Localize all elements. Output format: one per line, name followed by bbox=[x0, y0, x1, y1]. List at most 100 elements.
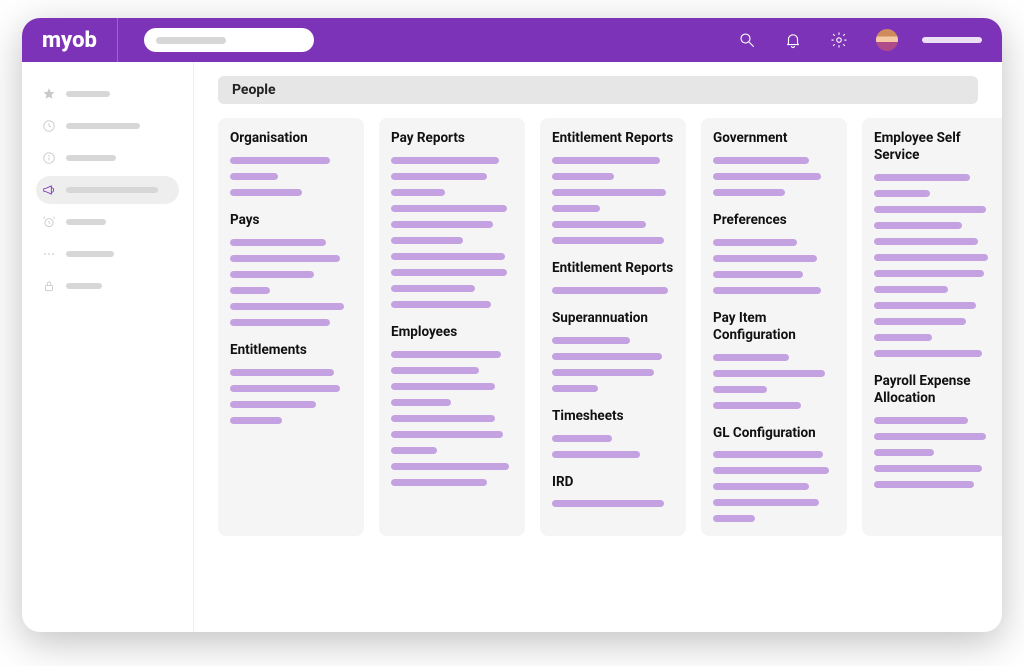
menu-link[interactable] bbox=[230, 417, 282, 424]
menu-link[interactable] bbox=[874, 350, 982, 357]
menu-link[interactable] bbox=[391, 399, 451, 406]
menu-link[interactable] bbox=[552, 205, 600, 212]
menu-link[interactable] bbox=[552, 451, 640, 458]
menu-link[interactable] bbox=[874, 334, 932, 341]
bell-icon[interactable] bbox=[784, 31, 802, 49]
menu-link[interactable] bbox=[552, 189, 666, 196]
menu-link[interactable] bbox=[391, 205, 507, 212]
menu-link[interactable] bbox=[713, 173, 821, 180]
menu-link[interactable] bbox=[552, 221, 646, 228]
menu-link[interactable] bbox=[713, 370, 825, 377]
menu-link[interactable] bbox=[713, 189, 785, 196]
menu-link[interactable] bbox=[713, 287, 821, 294]
menu-link[interactable] bbox=[874, 206, 986, 213]
menu-link[interactable] bbox=[552, 157, 660, 164]
menu-link[interactable] bbox=[391, 301, 491, 308]
menu-link[interactable] bbox=[552, 435, 612, 442]
menu-link[interactable] bbox=[713, 157, 809, 164]
menu-link[interactable] bbox=[874, 465, 982, 472]
menu-link[interactable] bbox=[874, 417, 968, 424]
card-column: Pay ReportsEmployees bbox=[379, 118, 525, 536]
sidebar-item-0[interactable] bbox=[36, 80, 179, 108]
menu-link[interactable] bbox=[874, 286, 948, 293]
menu-link[interactable] bbox=[391, 189, 445, 196]
search-icon[interactable] bbox=[738, 31, 756, 49]
menu-link[interactable] bbox=[230, 239, 326, 246]
menu-link[interactable] bbox=[713, 271, 803, 278]
menu-link[interactable] bbox=[713, 386, 767, 393]
menu-link[interactable] bbox=[713, 515, 755, 522]
menu-link[interactable] bbox=[874, 433, 986, 440]
menu-link[interactable] bbox=[713, 451, 823, 458]
menu-link[interactable] bbox=[874, 318, 966, 325]
menu-link[interactable] bbox=[874, 302, 976, 309]
menu-link[interactable] bbox=[552, 287, 668, 294]
sidebar-item-3[interactable] bbox=[36, 176, 179, 204]
menu-link[interactable] bbox=[230, 173, 278, 180]
menu-link[interactable] bbox=[713, 483, 809, 490]
sidebar-item-label bbox=[66, 283, 102, 289]
menu-link[interactable] bbox=[713, 255, 817, 262]
gear-icon[interactable] bbox=[830, 31, 848, 49]
menu-link[interactable] bbox=[391, 351, 501, 358]
menu-link[interactable] bbox=[391, 463, 509, 470]
menu-link[interactable] bbox=[874, 174, 970, 181]
sidebar-item-2[interactable] bbox=[36, 144, 179, 172]
menu-link[interactable] bbox=[230, 401, 316, 408]
avatar[interactable] bbox=[876, 29, 898, 51]
menu-link[interactable] bbox=[391, 253, 505, 260]
menu-link[interactable] bbox=[230, 157, 330, 164]
menu-link[interactable] bbox=[874, 238, 978, 245]
user-name[interactable] bbox=[922, 37, 982, 43]
menu-link[interactable] bbox=[391, 285, 475, 292]
menu-link[interactable] bbox=[230, 369, 334, 376]
menu-section: GL Configuration bbox=[713, 425, 835, 523]
menu-link[interactable] bbox=[552, 237, 664, 244]
app-header: myob bbox=[22, 18, 1002, 62]
menu-link[interactable] bbox=[552, 353, 662, 360]
sidebar bbox=[22, 62, 194, 632]
section-title: Superannuation bbox=[552, 310, 674, 327]
menu-link[interactable] bbox=[230, 319, 330, 326]
menu-link[interactable] bbox=[391, 447, 437, 454]
menu-link[interactable] bbox=[713, 499, 819, 506]
menu-link[interactable] bbox=[874, 190, 930, 197]
menu-link[interactable] bbox=[230, 255, 340, 262]
menu-link[interactable] bbox=[713, 402, 801, 409]
menu-link[interactable] bbox=[230, 189, 302, 196]
menu-link[interactable] bbox=[552, 173, 614, 180]
menu-link[interactable] bbox=[391, 383, 495, 390]
menu-link[interactable] bbox=[230, 271, 314, 278]
menu-link[interactable] bbox=[874, 270, 984, 277]
menu-link[interactable] bbox=[391, 237, 463, 244]
menu-link[interactable] bbox=[713, 467, 829, 474]
menu-link[interactable] bbox=[391, 479, 487, 486]
search-input[interactable] bbox=[144, 28, 314, 52]
menu-link[interactable] bbox=[230, 287, 270, 294]
menu-link[interactable] bbox=[874, 481, 974, 488]
menu-link[interactable] bbox=[552, 369, 654, 376]
menu-link[interactable] bbox=[874, 254, 988, 261]
menu-link[interactable] bbox=[391, 157, 499, 164]
menu-link[interactable] bbox=[552, 385, 598, 392]
menu-link[interactable] bbox=[230, 385, 340, 392]
menu-link[interactable] bbox=[230, 303, 344, 310]
menu-link[interactable] bbox=[713, 239, 797, 246]
section-title: Entitlements bbox=[230, 342, 352, 359]
sidebar-item-5[interactable] bbox=[36, 240, 179, 268]
menu-link[interactable] bbox=[391, 221, 493, 228]
sidebar-item-4[interactable] bbox=[36, 208, 179, 236]
menu-link[interactable] bbox=[391, 269, 507, 276]
sidebar-item-1[interactable] bbox=[36, 112, 179, 140]
menu-link[interactable] bbox=[874, 222, 962, 229]
section-title: Entitlement Reports bbox=[552, 260, 674, 277]
menu-link[interactable] bbox=[552, 337, 630, 344]
menu-link[interactable] bbox=[391, 367, 479, 374]
menu-link[interactable] bbox=[391, 173, 487, 180]
menu-link[interactable] bbox=[391, 415, 495, 422]
menu-link[interactable] bbox=[713, 354, 789, 361]
menu-link[interactable] bbox=[391, 431, 503, 438]
menu-link[interactable] bbox=[874, 449, 934, 456]
menu-link[interactable] bbox=[552, 500, 664, 507]
sidebar-item-6[interactable] bbox=[36, 272, 179, 300]
